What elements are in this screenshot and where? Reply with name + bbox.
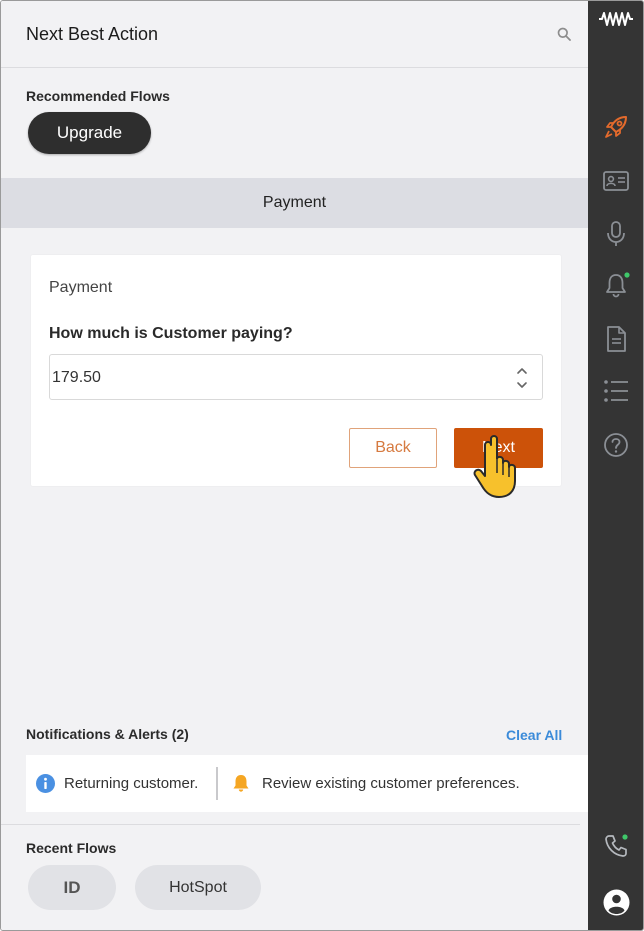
payment-section-header: Payment: [1, 178, 588, 228]
notification-text: Returning customer.: [64, 775, 199, 792]
rocket-icon[interactable]: [602, 113, 630, 141]
search-icon[interactable]: [557, 27, 571, 41]
app-frame: Next Best Action Recommended Flows Upgra…: [0, 0, 644, 931]
recommended-flows-label: Recommended Flows: [26, 88, 170, 104]
help-icon[interactable]: [602, 431, 630, 459]
notification-divider: [216, 767, 218, 800]
phone-icon[interactable]: [602, 832, 630, 860]
bell-icon[interactable]: [602, 272, 630, 300]
main-panel: Next Best Action Recommended Flows Upgra…: [1, 1, 588, 930]
pointer-hand-cursor-icon: [473, 435, 516, 498]
clear-all-link[interactable]: Clear All: [506, 727, 562, 743]
hotspot-flow-button[interactable]: HotSpot: [135, 865, 261, 910]
user-avatar-icon[interactable]: [603, 889, 630, 916]
notification-item[interactable]: Returning customer.: [36, 755, 198, 812]
number-stepper-icon[interactable]: [516, 365, 528, 391]
page-title: Next Best Action: [26, 24, 159, 44]
amount-field[interactable]: [49, 354, 543, 400]
list-icon[interactable]: [602, 377, 630, 405]
amount-input[interactable]: [52, 369, 492, 387]
id-card-icon[interactable]: [602, 167, 630, 195]
header: Next Best Action: [1, 1, 588, 68]
question-label: How much is Customer paying?: [49, 325, 293, 342]
divider: [1, 824, 580, 825]
notifications-label: Notifications & Alerts (2): [26, 726, 189, 742]
notification-item[interactable]: Review existing customer preferences.: [232, 755, 520, 812]
logo-waveform-icon: [599, 12, 633, 26]
notifications-list: Returning customer. Review existing cust…: [26, 755, 588, 812]
sidebar: [588, 1, 643, 930]
upgrade-flow-button[interactable]: Upgrade: [28, 112, 151, 154]
bell-icon: [233, 775, 249, 792]
info-icon: [36, 774, 55, 793]
card-title: Payment: [49, 279, 113, 296]
microphone-icon[interactable]: [602, 220, 630, 248]
id-flow-button[interactable]: ID: [28, 865, 116, 910]
notification-text: Review existing customer preferences.: [262, 775, 520, 792]
document-icon[interactable]: [602, 325, 630, 353]
recent-flows-label: Recent Flows: [26, 840, 117, 856]
back-button[interactable]: Back: [349, 428, 437, 468]
